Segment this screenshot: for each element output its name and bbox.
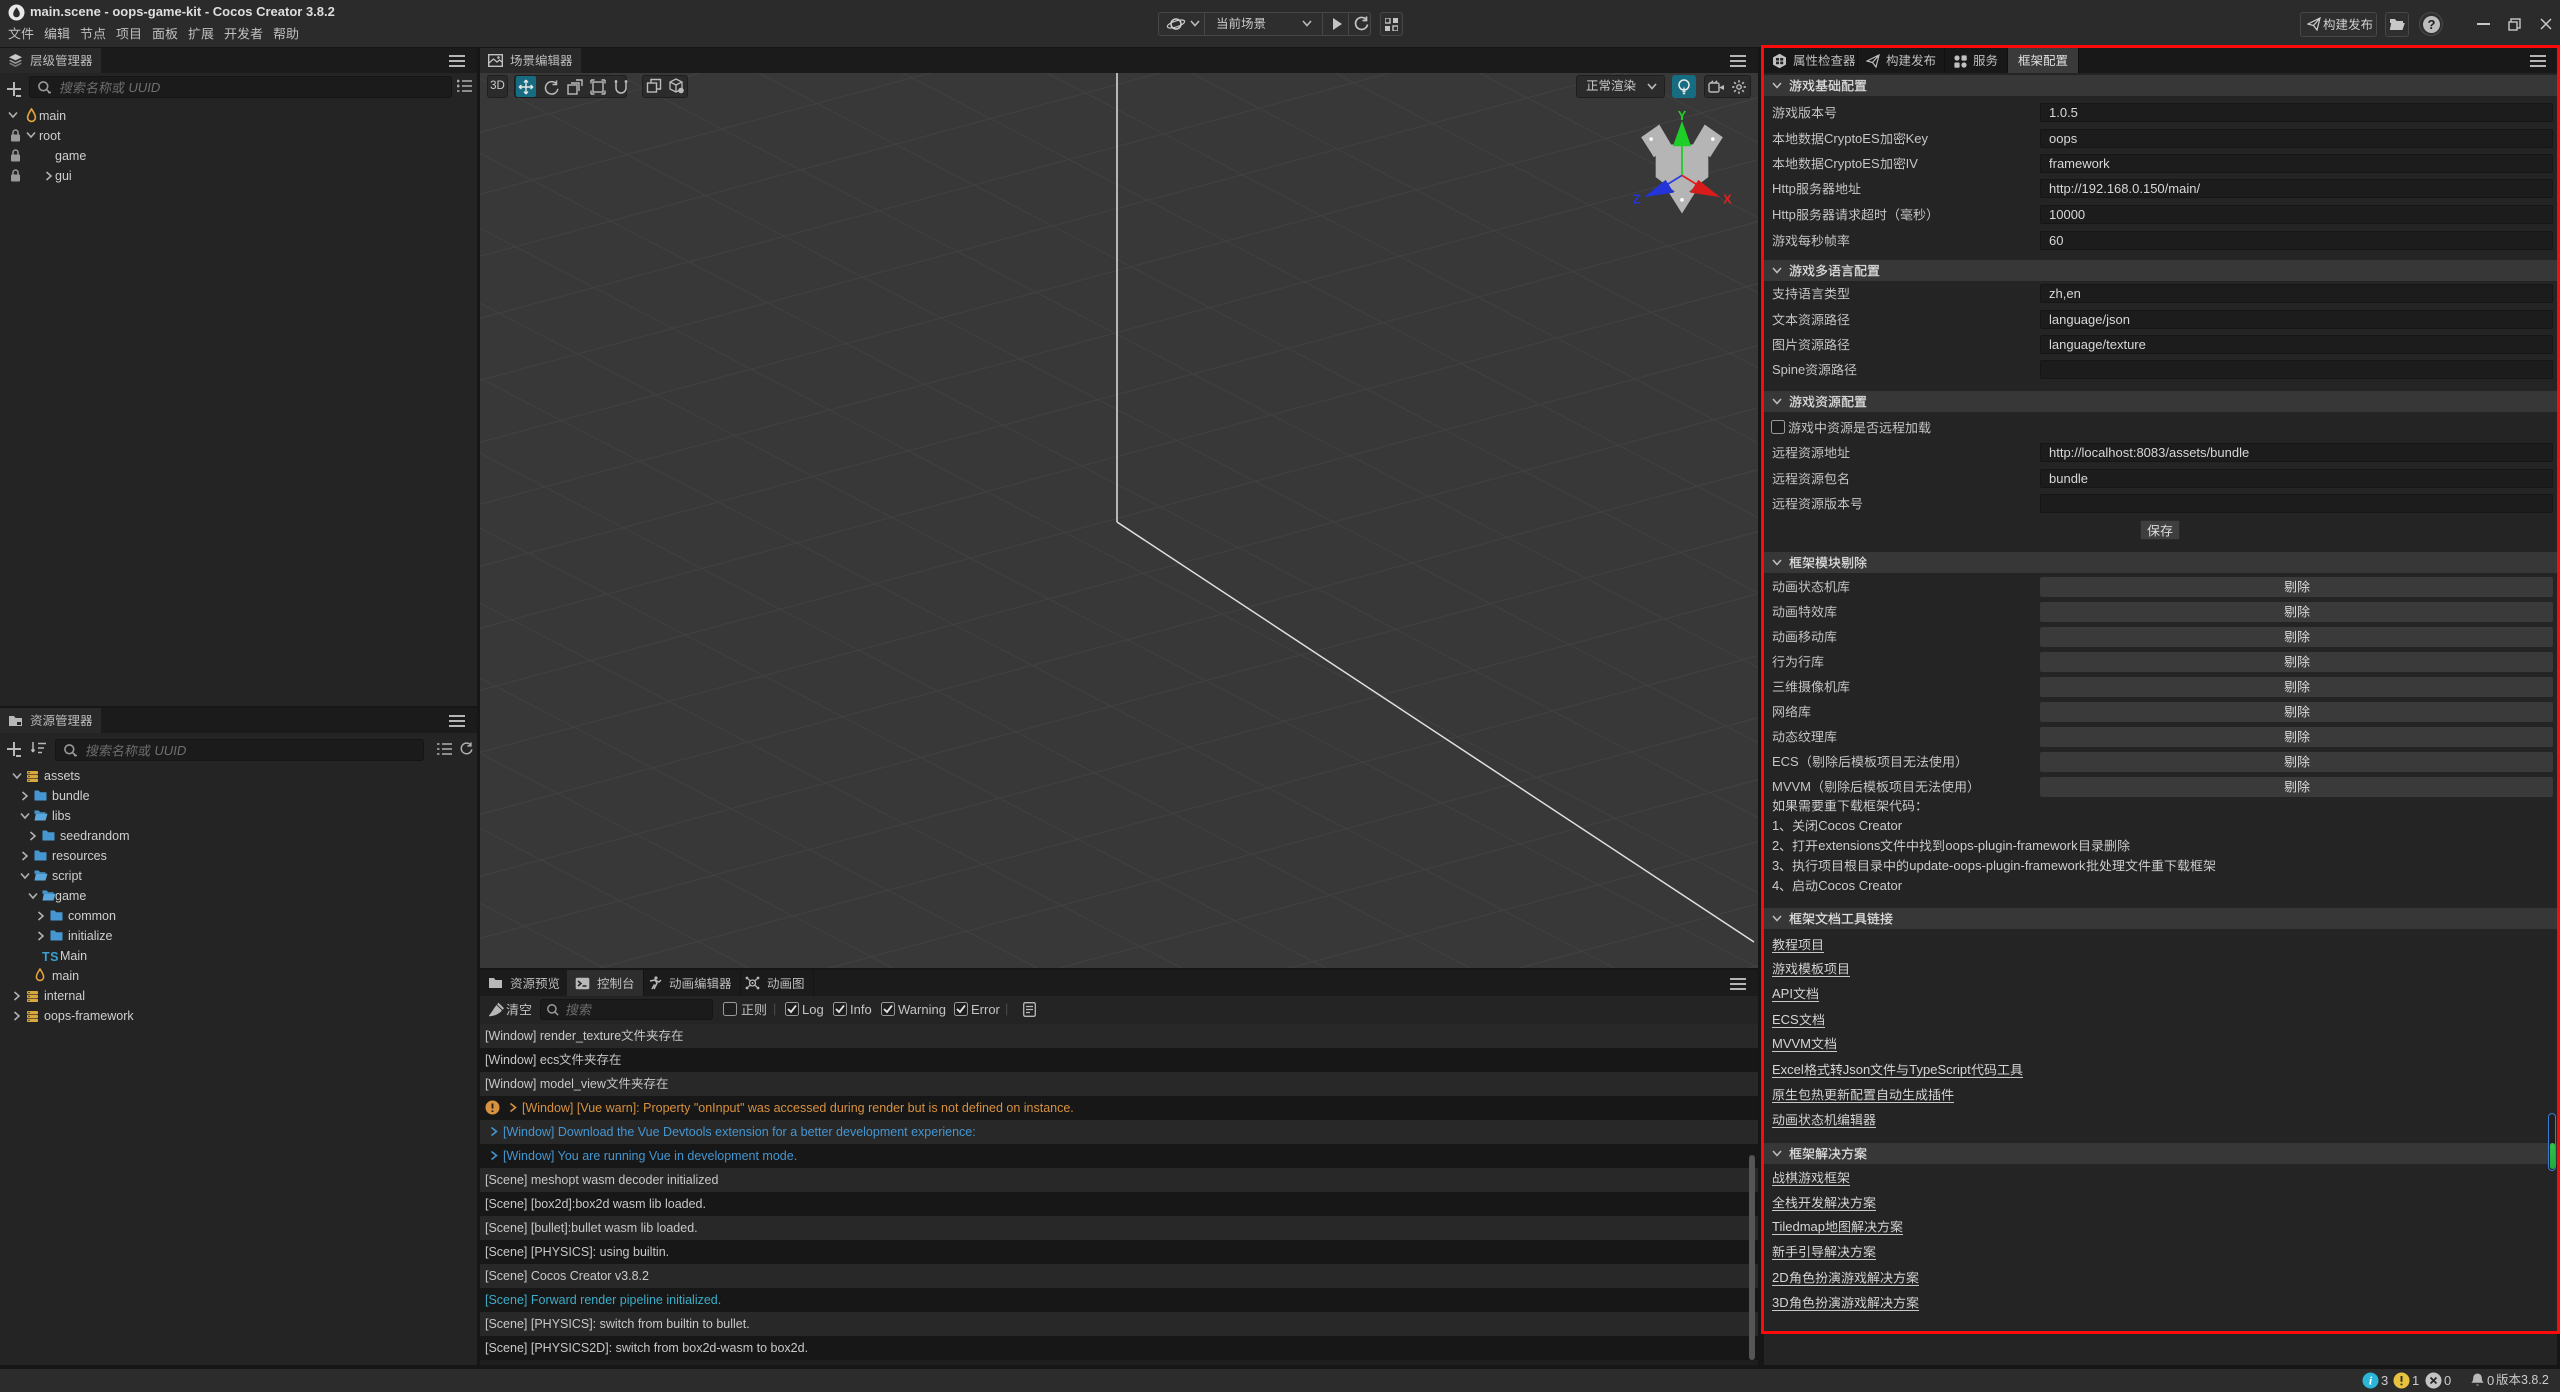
- svg-text:Y: Y: [1678, 110, 1687, 123]
- svg-text:X: X: [1723, 192, 1732, 206]
- svg-text:Z: Z: [1633, 192, 1641, 206]
